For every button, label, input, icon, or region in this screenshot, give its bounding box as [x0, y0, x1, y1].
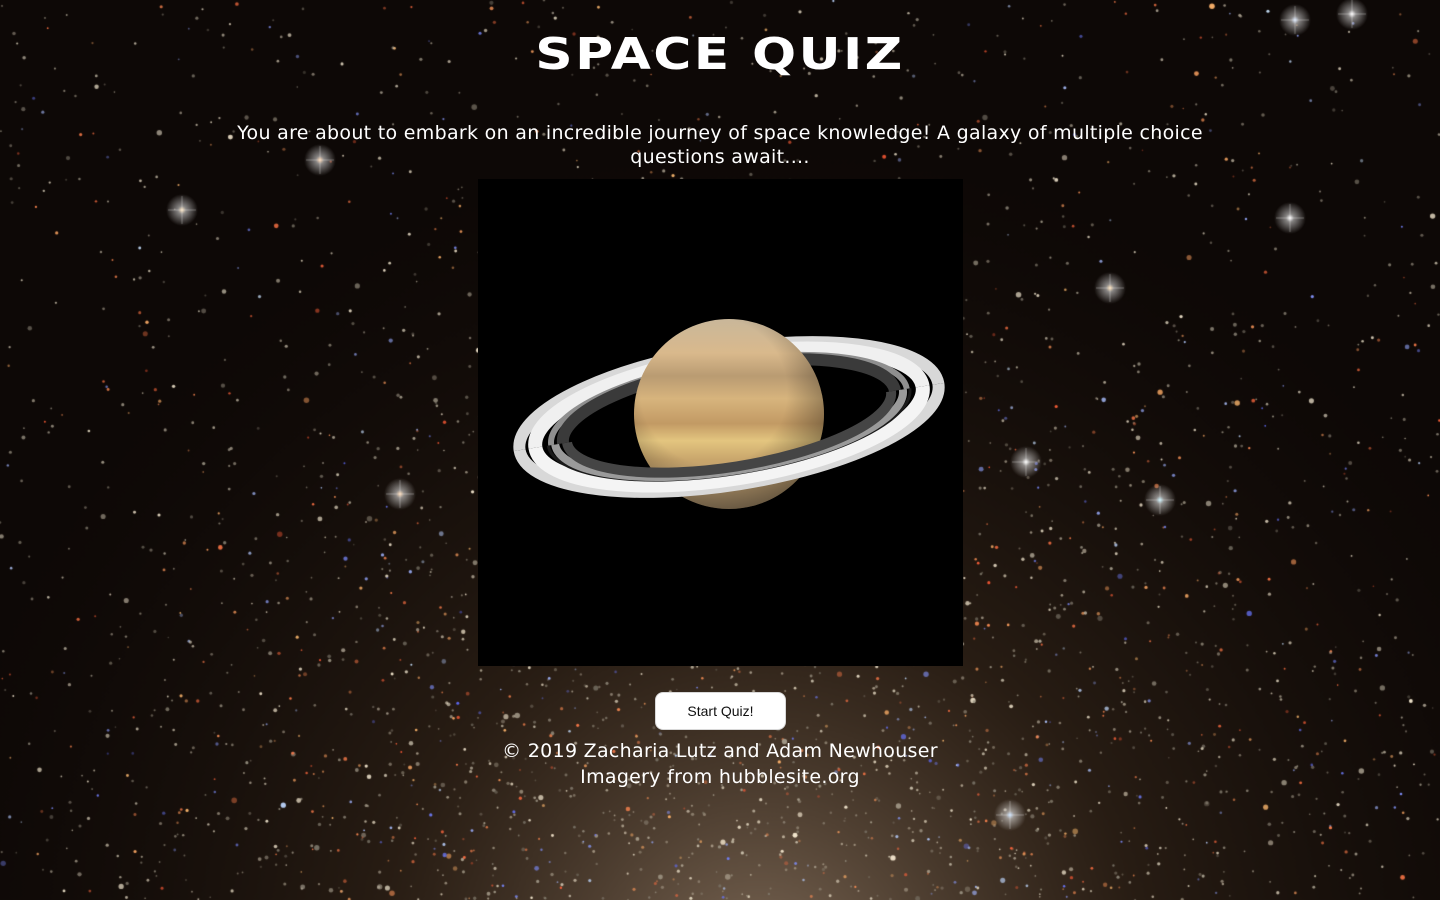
saturn-icon: [513, 319, 945, 509]
page-title: SPACE QUIZ: [535, 29, 905, 80]
intro-text: You are about to embark on an incredible…: [237, 122, 1203, 168]
footer: © 2019 Zacharia Lutz and Adam Newhouser …: [0, 738, 1440, 790]
saturn-image: [478, 179, 963, 666]
quiz-start-page: SPACE QUIZ You are about to embark on an…: [0, 0, 1440, 900]
start-quiz-button[interactable]: Start Quiz!: [655, 692, 786, 730]
footer-copyright: © 2019 Zacharia Lutz and Adam Newhouser: [502, 740, 938, 762]
footer-image-credit: Imagery from hubblesite.org: [580, 766, 860, 788]
